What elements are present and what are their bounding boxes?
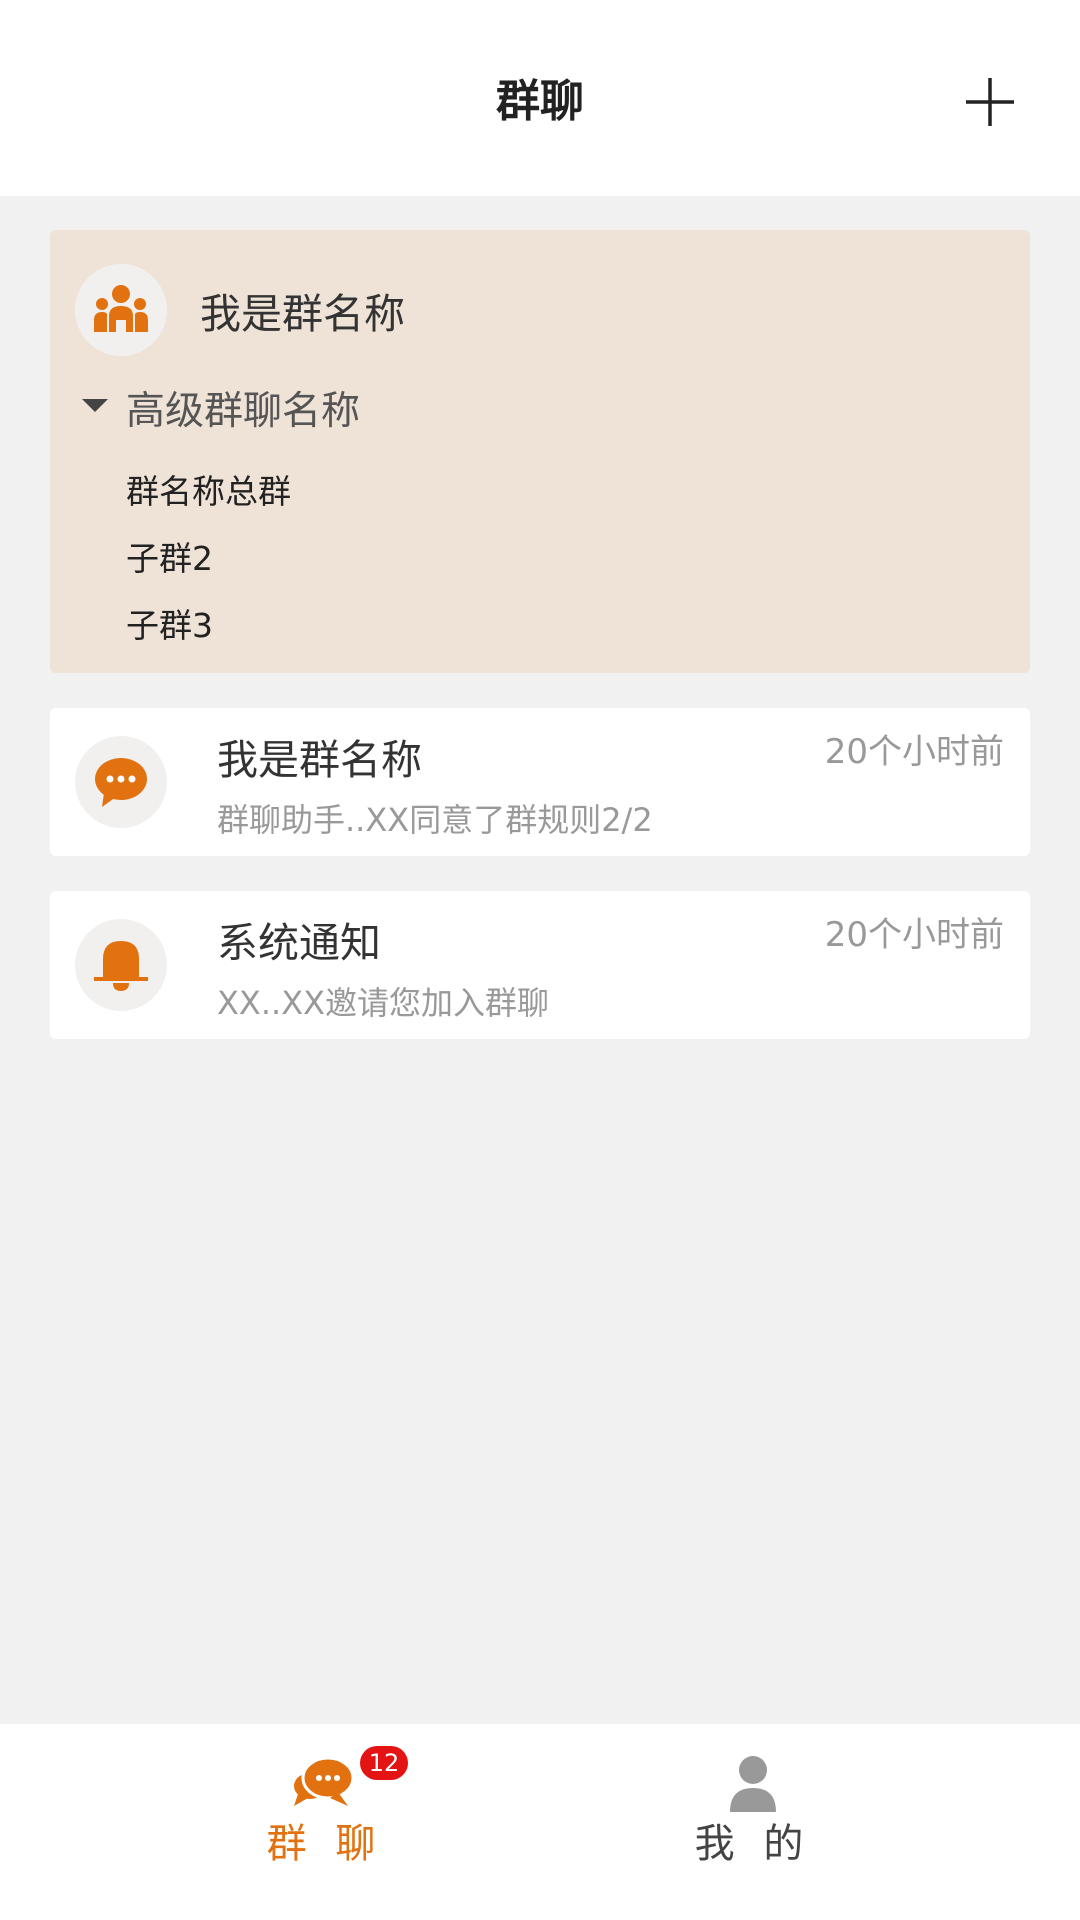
tab-chat-icon-wrap xyxy=(290,1754,360,1814)
plus-icon xyxy=(966,78,1014,126)
group-avatar xyxy=(75,264,167,356)
conversation-avatar xyxy=(75,736,167,828)
chat-bubble-icon xyxy=(95,758,147,807)
add-button[interactable] xyxy=(960,72,1020,132)
bottom-tab-bar: 12 群 聊 我 的 xyxy=(0,1724,1080,1920)
unread-badge: 12 xyxy=(360,1746,408,1780)
conversation-title: 系统通知 xyxy=(217,919,381,967)
conversation-title: 我是群名称 xyxy=(217,736,422,784)
sub-group-item[interactable]: 群名称总群 xyxy=(126,468,291,516)
conversation-avatar xyxy=(75,919,167,1011)
conversation-time: 20个小时前 xyxy=(824,915,1004,955)
tab-me[interactable]: 我 的 xyxy=(603,1724,903,1920)
tab-group-chat-label: 群 聊 xyxy=(266,1821,384,1867)
conversation-preview: XX..XX邀请您加入群聊 xyxy=(217,984,550,1022)
sub-group-item[interactable]: 子群2 xyxy=(126,535,213,583)
caret-down-icon xyxy=(82,399,108,412)
chat-bubbles-icon xyxy=(294,1756,355,1806)
page-title: 群聊 xyxy=(496,76,584,127)
group-name: 我是群名称 xyxy=(200,290,405,338)
sub-group-item[interactable]: 子群3 xyxy=(126,602,213,650)
conversation-item[interactable]: 我是群名称 群聊助手..XX同意了群规则2/2 20个小时前 xyxy=(50,708,1030,856)
tab-group-chat[interactable]: 12 群 聊 xyxy=(175,1724,475,1920)
conversation-time: 20个小时前 xyxy=(824,732,1004,772)
person-icon xyxy=(730,1756,776,1812)
top-bar: 群聊 xyxy=(0,0,1080,196)
bell-icon xyxy=(94,941,148,991)
conversation-item[interactable]: 系统通知 XX..XX邀请您加入群聊 20个小时前 xyxy=(50,891,1030,1039)
tab-me-label: 我 的 xyxy=(694,1821,812,1867)
group-tree-card[interactable]: 我是群名称 高级群聊名称 群名称总群 子群2 子群3 xyxy=(50,230,1030,673)
tree-title[interactable]: 高级群聊名称 xyxy=(126,386,360,438)
group-people-icon xyxy=(94,285,148,332)
tree-toggle[interactable] xyxy=(80,390,110,420)
tab-me-icon-wrap xyxy=(718,1754,788,1814)
conversation-preview: 群聊助手..XX同意了群规则2/2 xyxy=(217,801,653,839)
